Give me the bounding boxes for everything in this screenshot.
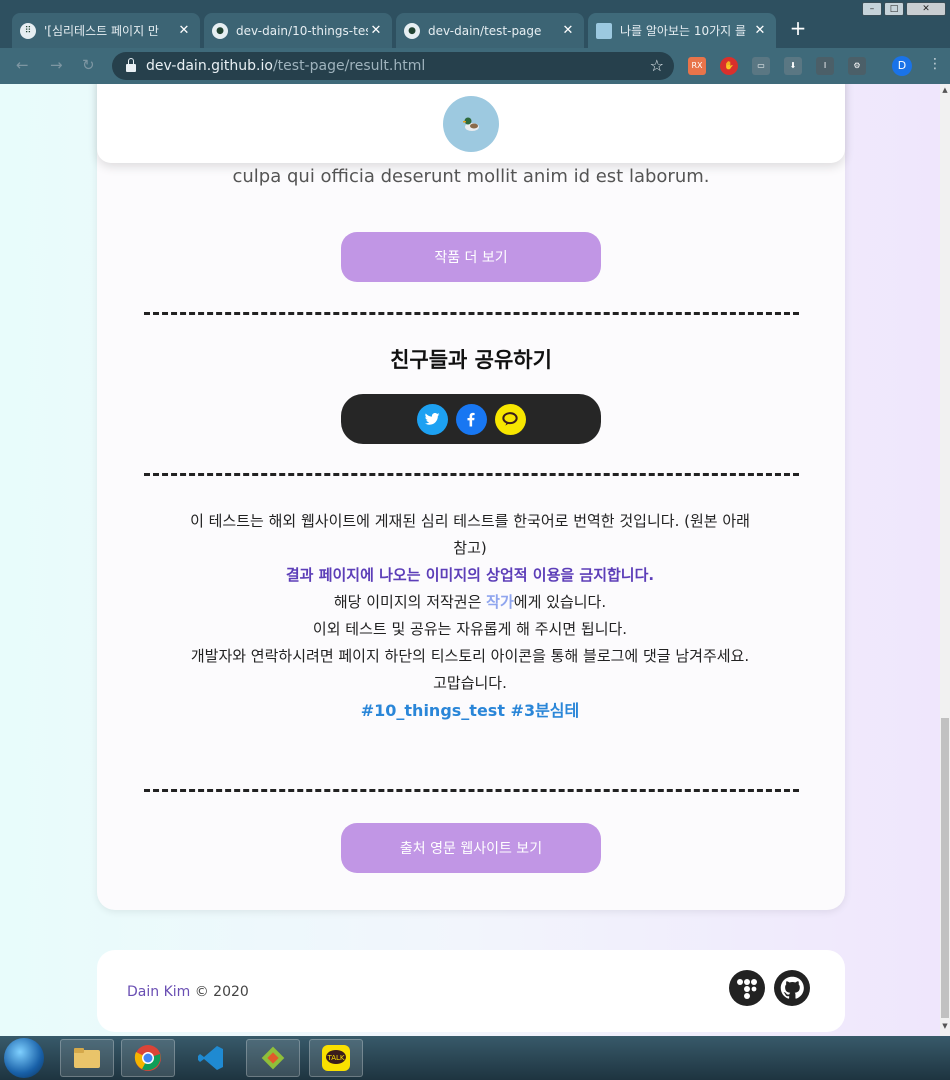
- maximize-button[interactable]: □: [884, 2, 904, 16]
- address-bar[interactable]: dev-dain.github.io/test-page/result.html…: [112, 52, 674, 80]
- scroll-up-arrow-icon[interactable]: ▲: [940, 86, 950, 94]
- source-website-button[interactable]: 출처 영문 웹사이트 보기: [341, 823, 601, 873]
- tistory-icon: [737, 979, 757, 999]
- tistory-icon: ⠿: [20, 22, 36, 39]
- browser-toolbar: ← → ↻ dev-dain.github.io/test-page/resul…: [0, 48, 950, 84]
- facebook-share-button[interactable]: [455, 403, 487, 435]
- github-icon: ●: [212, 22, 228, 39]
- github-icon: ●: [404, 22, 420, 39]
- lock-icon: [126, 57, 136, 72]
- notice-text: 이 테스트는 해외 웹사이트에 게재된 심리 테스트를 한국어로 번역한 것입니…: [190, 508, 750, 724]
- browser-tab-active[interactable]: 나를 알아보는 10가지 를 ✕: [588, 13, 776, 48]
- tab-title: '[심리테스트 페이지 만: [44, 24, 159, 38]
- back-icon[interactable]: ←: [16, 56, 29, 74]
- folder-icon: [74, 1048, 100, 1068]
- chrome-icon: [134, 1045, 161, 1071]
- share-bar: [341, 394, 601, 444]
- hashtags: #10_things_test #3분심테: [360, 701, 580, 720]
- footer-copyright: Dain Kim © 2020: [127, 984, 249, 1000]
- divider: [144, 312, 799, 315]
- tab-close-icon[interactable]: ✕: [368, 23, 384, 38]
- close-window-button[interactable]: ✕: [906, 2, 946, 16]
- kakaotalk-icon: TALK: [322, 1045, 350, 1071]
- tab-title: dev-dain/test-page: [428, 23, 542, 38]
- svg-text:TALK: TALK: [326, 1054, 344, 1062]
- artist-link[interactable]: 작가: [486, 593, 514, 611]
- copyright-suffix: 에게 있습니다.: [513, 593, 607, 611]
- os-taskbar: TALK: [0, 1036, 950, 1080]
- extension-icon[interactable]: ⚙: [848, 57, 866, 75]
- notice-share-line: 이외 테스트 및 공유는 자유롭게 해 주시면 됩니다.: [312, 620, 628, 638]
- tab-title: 나를 알아보는 10가지 를: [620, 24, 747, 38]
- more-menu-icon[interactable]: ⋮: [928, 56, 942, 72]
- copyright-prefix: 해당 이미지의 저작권은: [333, 593, 487, 611]
- result-card: [97, 84, 845, 910]
- divider: [144, 789, 799, 792]
- kakao-talk-icon: [502, 412, 518, 426]
- divider: [144, 473, 799, 476]
- author-name-link[interactable]: Dain Kim: [127, 984, 190, 1000]
- extension-icon[interactable]: ▭: [752, 57, 770, 75]
- footer: Dain Kim © 2020: [97, 950, 845, 1032]
- url-host: dev-dain.github.io: [146, 58, 273, 74]
- notice-thanks-line: 고맙습니다.: [433, 674, 507, 692]
- tab-close-icon[interactable]: ✕: [176, 23, 192, 38]
- vscode-taskbar-icon[interactable]: [184, 1039, 238, 1077]
- bookmark-star-icon[interactable]: ☆: [650, 56, 664, 75]
- file-explorer-taskbar-icon[interactable]: [60, 1039, 114, 1077]
- scrollbar-thumb[interactable]: [941, 718, 949, 1018]
- avatar: [443, 96, 499, 152]
- github-link-icon[interactable]: [774, 970, 810, 1006]
- extension-icon[interactable]: I: [816, 57, 834, 75]
- profile-avatar[interactable]: D: [892, 56, 912, 76]
- url-path: /test-page/result.html: [272, 58, 426, 74]
- notice-translation-line: 이 테스트는 해외 웹사이트에 게재된 심리 테스트를 한국어로 번역한 것입니…: [190, 512, 750, 557]
- duck-icon: [463, 117, 479, 131]
- duck-favicon-icon: [596, 22, 612, 39]
- download-icon[interactable]: ⬇: [784, 57, 802, 75]
- share-title: 친구들과 공유하기: [390, 348, 552, 372]
- forward-icon[interactable]: →: [50, 56, 63, 74]
- kakaotalk-taskbar-icon[interactable]: TALK: [309, 1039, 363, 1077]
- notice-warning: 결과 페이지에 나오는 이미지의 상업적 이용을 금지합니다.: [285, 566, 655, 584]
- twitter-share-button[interactable]: [416, 403, 448, 435]
- adblock-icon[interactable]: ✋: [720, 57, 738, 75]
- reload-icon[interactable]: ↻: [82, 56, 95, 74]
- twitter-icon: [424, 412, 440, 425]
- start-button[interactable]: [4, 1038, 44, 1078]
- notice-copyright-line: 해당 이미지의 저작권은 작가에게 있습니다.: [190, 589, 750, 616]
- git-taskbar-icon[interactable]: [246, 1039, 300, 1077]
- tab-title: dev-dain/10-things-tes: [236, 23, 368, 38]
- window-controls: – □ ✕: [862, 2, 946, 16]
- vscode-icon: [198, 1046, 223, 1070]
- extension-icon[interactable]: RX: [688, 57, 706, 75]
- browser-tab[interactable]: ● dev-dain/test-page ✕: [396, 13, 584, 48]
- kakao-share-button[interactable]: [494, 403, 526, 435]
- browser-tab[interactable]: ● dev-dain/10-things-tes ✕: [204, 13, 392, 48]
- page-viewport: culpa qui officia deserunt mollit anim i…: [0, 84, 940, 1036]
- minimize-button[interactable]: –: [862, 2, 882, 16]
- browser-tab[interactable]: ⠿ '[심리테스트 페이지 만 ✕: [12, 13, 200, 48]
- more-works-button[interactable]: 작품 더 보기: [341, 232, 601, 282]
- tab-close-icon[interactable]: ✕: [560, 23, 576, 38]
- git-diamond-icon: [261, 1046, 285, 1070]
- facebook-icon: [467, 412, 475, 427]
- scroll-down-arrow-icon[interactable]: ▼: [940, 1022, 950, 1030]
- copyright-year: © 2020: [190, 984, 249, 1000]
- tab-close-icon[interactable]: ✕: [752, 23, 768, 38]
- new-tab-button[interactable]: +: [786, 17, 810, 41]
- notice-contact-line: 개발자와 연락하시려면 페이지 하단의 티스토리 아이콘을 통해 블로그에 댓글…: [190, 647, 750, 665]
- author-card: [97, 84, 845, 163]
- browser-titlebar: – □ ✕ ⠿ '[심리테스트 페이지 만 ✕ ● dev-dain/10-th…: [0, 0, 950, 48]
- github-icon: [780, 976, 804, 999]
- page-scrollbar[interactable]: ▲ ▼: [940, 84, 950, 1036]
- description-text: culpa qui officia deserunt mollit anim i…: [232, 166, 710, 187]
- chrome-taskbar-icon[interactable]: [121, 1039, 175, 1077]
- tistory-link-icon[interactable]: [729, 970, 765, 1006]
